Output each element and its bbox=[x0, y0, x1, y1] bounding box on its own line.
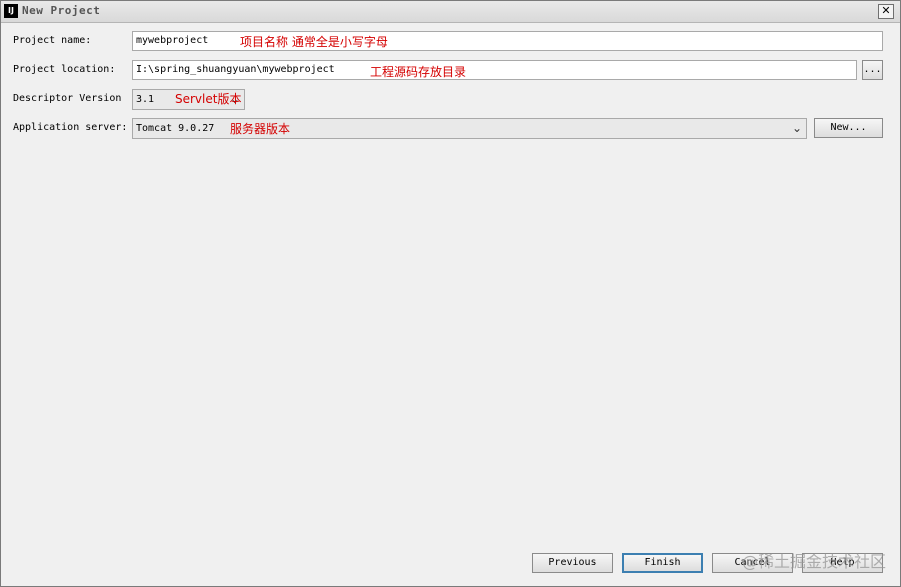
descriptor-version-value: 3.1 bbox=[136, 94, 155, 105]
project-name-annotation: 项目名称 通常全是小写字母 bbox=[240, 35, 388, 49]
application-server-annotation: 服务器版本 bbox=[230, 122, 291, 136]
descriptor-version-annotation: Servlet版本 bbox=[175, 92, 242, 106]
new-server-button[interactable]: New... bbox=[814, 118, 883, 138]
window-title: New Project bbox=[22, 4, 101, 17]
finish-button[interactable]: Finish bbox=[622, 553, 703, 573]
application-server-label: Application server: bbox=[13, 122, 128, 133]
previous-button[interactable]: Previous bbox=[532, 553, 613, 573]
intellij-app-icon: IJ bbox=[4, 4, 18, 18]
chevron-down-icon: ⌄ bbox=[791, 121, 802, 135]
new-project-dialog: IJ New Project ✕ Project name: mywebproj… bbox=[0, 0, 901, 587]
browse-location-button[interactable]: ... bbox=[862, 60, 883, 80]
watermark: @稀土掘金技术社区 bbox=[741, 552, 886, 571]
project-location-label: Project location: bbox=[13, 64, 116, 75]
project-name-label: Project name: bbox=[13, 35, 92, 46]
title-bar: IJ New Project ✕ bbox=[1, 1, 900, 23]
application-server-value: Tomcat 9.0.27 bbox=[136, 123, 215, 134]
project-location-annotation: 工程源码存放目录 bbox=[370, 65, 467, 79]
project-location-input[interactable]: I:\spring_shuangyuan\mywebproject bbox=[132, 60, 857, 80]
close-icon[interactable]: ✕ bbox=[878, 4, 894, 19]
descriptor-version-label: Descriptor Version bbox=[13, 93, 122, 104]
